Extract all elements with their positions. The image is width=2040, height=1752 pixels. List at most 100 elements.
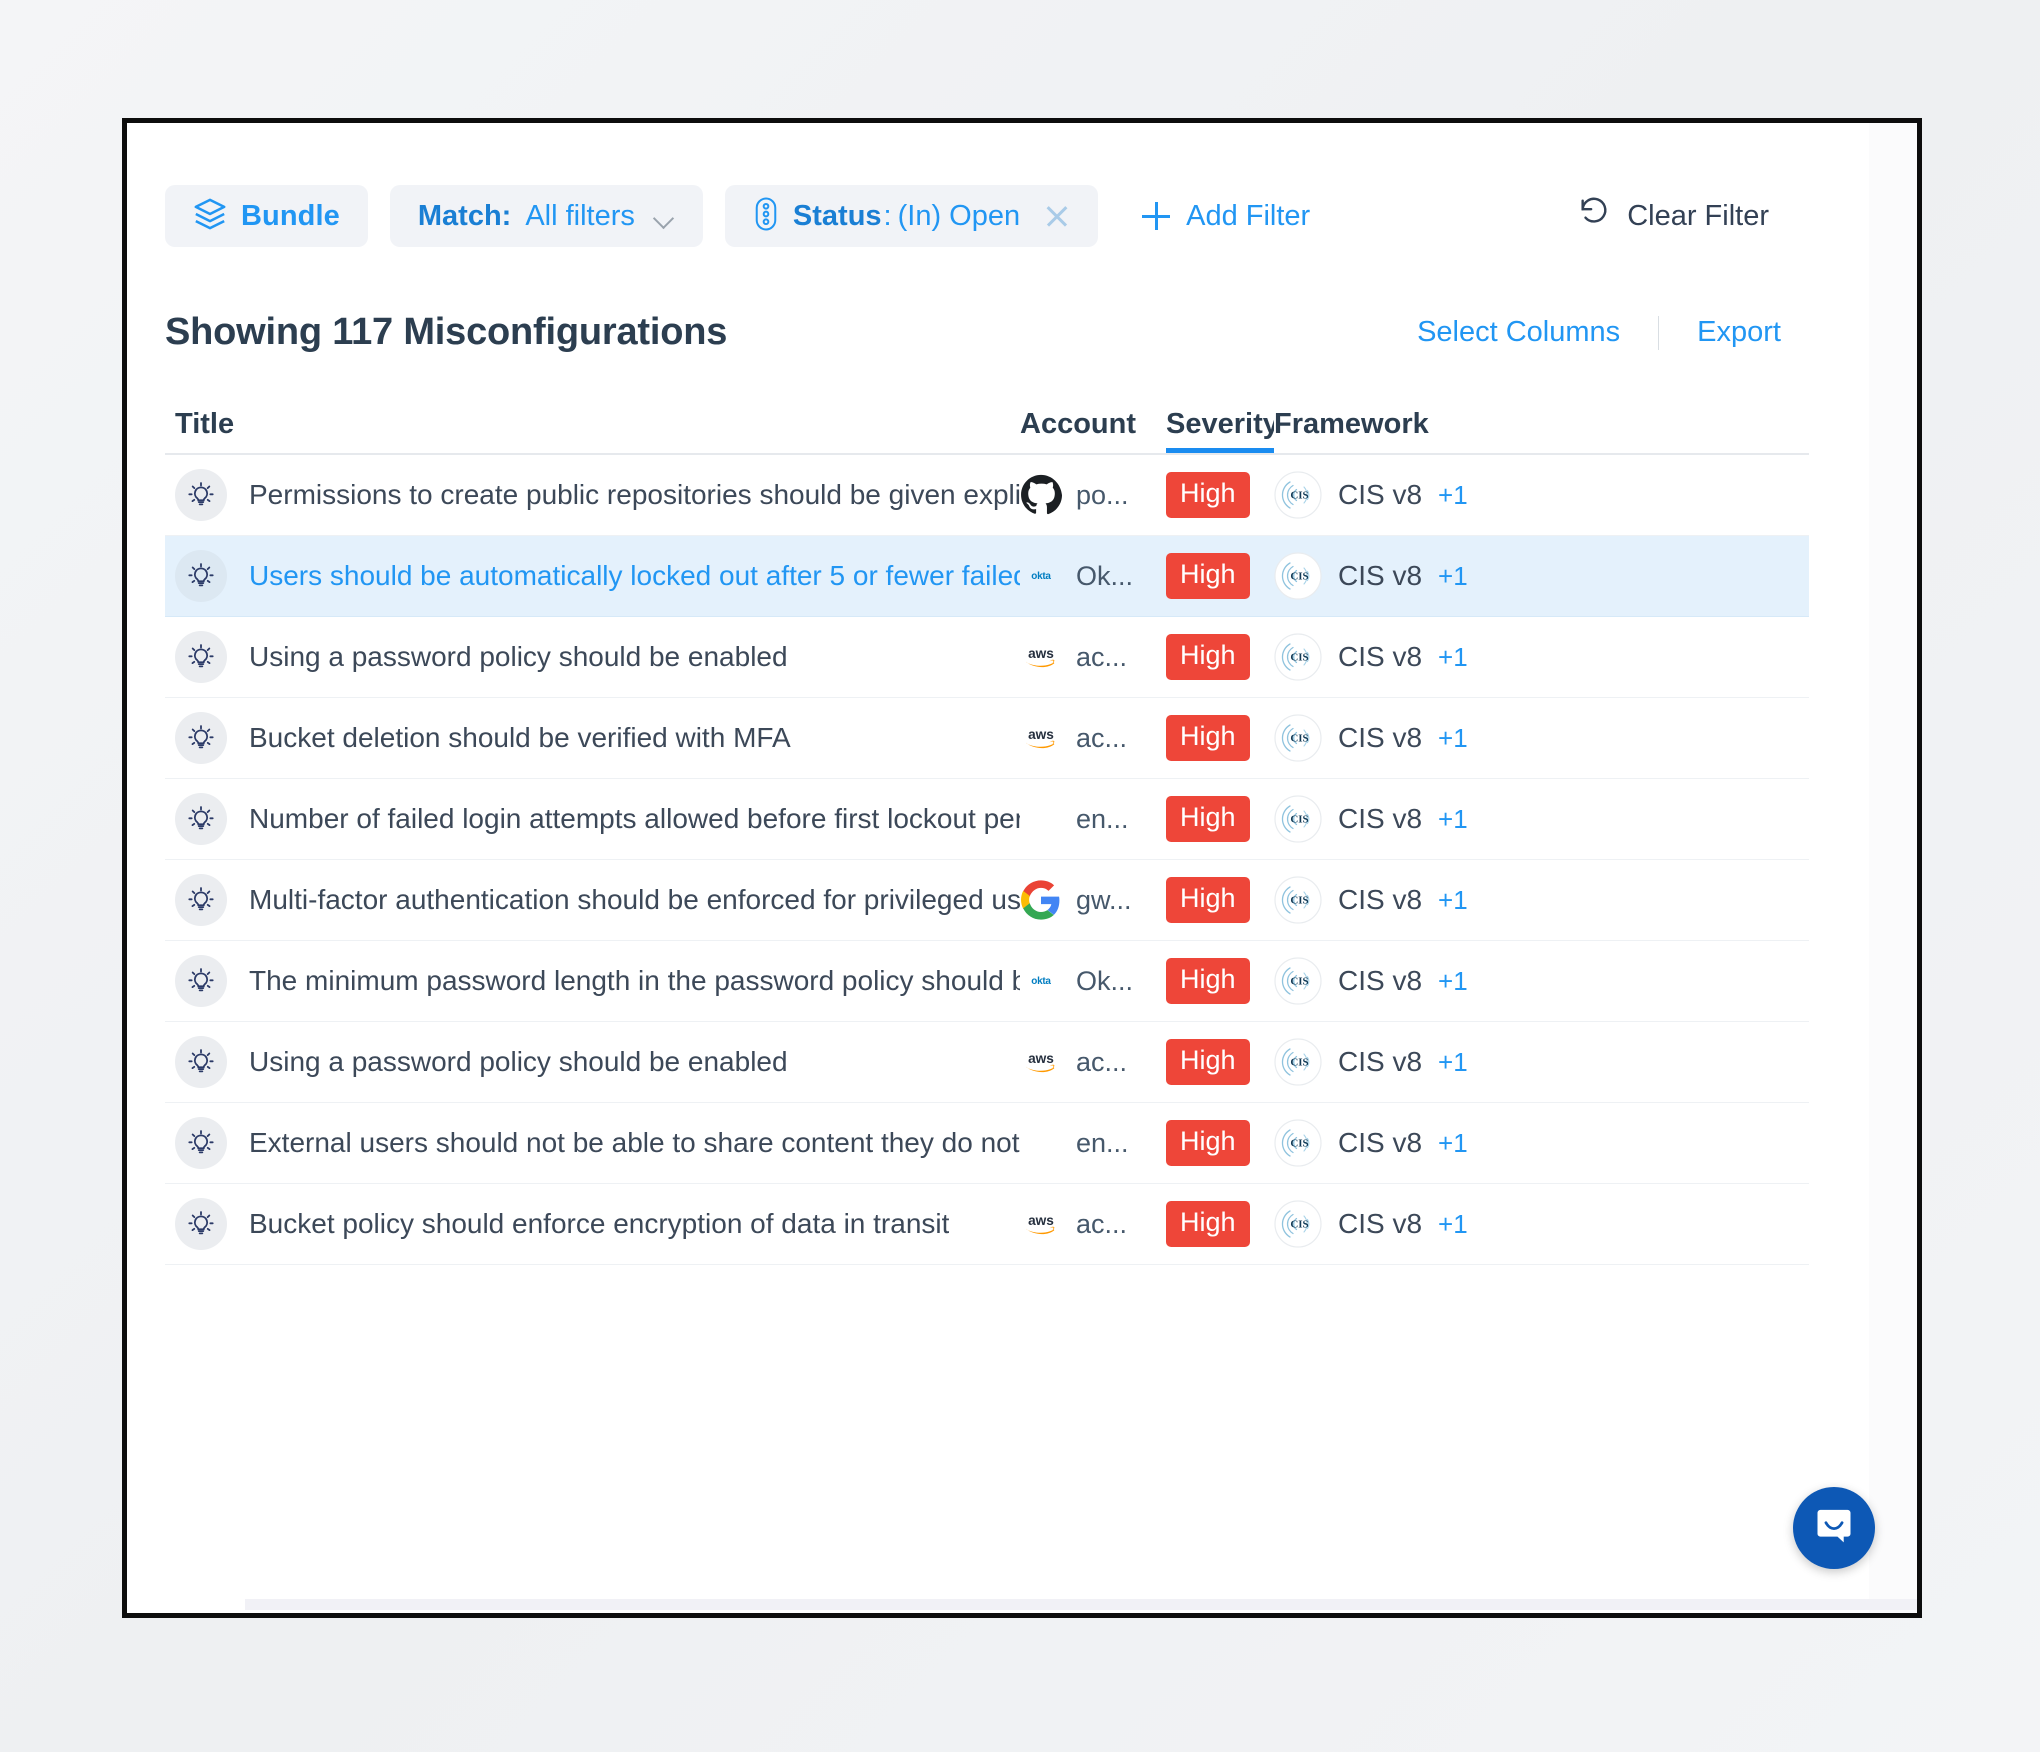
chat-launcher-button[interactable]: [1793, 1487, 1875, 1569]
table-row[interactable]: Bucket deletion should be verified with …: [165, 698, 1809, 779]
aws-icon: [1020, 636, 1062, 678]
cell-framework: CIS v8 +1: [1274, 471, 1534, 519]
match-filter-chip[interactable]: Match: All filters: [389, 185, 703, 247]
table-row[interactable]: Users should be automatically locked out…: [165, 536, 1809, 617]
misconfiguration-title[interactable]: Using a password policy should be enable…: [249, 1046, 788, 1078]
misconfiguration-title[interactable]: Permissions to create public repositorie…: [249, 479, 1020, 511]
framework-more-link[interactable]: +1: [1438, 723, 1468, 754]
misconfiguration-title[interactable]: The minimum password length in the passw…: [249, 965, 1020, 997]
framework-more-link[interactable]: +1: [1438, 561, 1468, 592]
severity-badge: High: [1166, 715, 1250, 761]
select-columns-link[interactable]: Select Columns: [1417, 316, 1620, 349]
framework-more-link[interactable]: +1: [1438, 1128, 1468, 1159]
cell-account: en...: [1020, 798, 1166, 840]
cell-account: ac...: [1020, 1203, 1166, 1245]
severity-badge: High: [1166, 877, 1250, 923]
cell-title: Multi-factor authentication should be en…: [165, 874, 1020, 926]
table-row[interactable]: Using a password policy should be enable…: [165, 617, 1809, 698]
cis-icon: [1274, 471, 1322, 519]
framework-more-link[interactable]: +1: [1438, 480, 1468, 511]
severity-badge: High: [1166, 472, 1250, 518]
header-actions: Select Columns Export: [1417, 315, 1781, 350]
severity-badge: High: [1166, 958, 1250, 1004]
misconfiguration-title[interactable]: Users should be automatically locked out…: [249, 560, 1020, 592]
export-link[interactable]: Export: [1697, 316, 1781, 349]
aws-icon: [1020, 1041, 1062, 1083]
misconfiguration-title[interactable]: External users should not be able to sha…: [249, 1127, 1020, 1159]
table-row[interactable]: External users should not be able to sha…: [165, 1103, 1809, 1184]
cell-severity: High: [1166, 715, 1274, 761]
cell-title: Bucket deletion should be verified with …: [165, 712, 1020, 764]
cell-severity: High: [1166, 877, 1274, 923]
bundle-button[interactable]: Bundle: [165, 185, 368, 247]
framework-more-link[interactable]: +1: [1438, 966, 1468, 997]
results-header: Showing 117 Misconfigurations Select Col…: [165, 311, 1781, 354]
framework-more-link[interactable]: +1: [1438, 885, 1468, 916]
cell-framework: CIS v8 +1: [1274, 876, 1534, 924]
match-value: All filters: [525, 199, 635, 232]
column-header-framework[interactable]: Framework: [1274, 408, 1534, 453]
framework-more-link[interactable]: +1: [1438, 804, 1468, 835]
cell-title: The minimum password length in the passw…: [165, 955, 1020, 1007]
misconfiguration-title[interactable]: Multi-factor authentication should be en…: [249, 884, 1020, 916]
table-row[interactable]: The minimum password length in the passw…: [165, 941, 1809, 1022]
cell-account: ac...: [1020, 717, 1166, 759]
table-row[interactable]: Bucket policy should enforce encryption …: [165, 1184, 1809, 1265]
cis-icon: [1274, 876, 1322, 924]
add-filter-button[interactable]: Add Filter: [1142, 200, 1310, 233]
column-header-title[interactable]: Title: [165, 408, 1020, 453]
table-row[interactable]: Permissions to create public repositorie…: [165, 455, 1809, 536]
misconfiguration-title[interactable]: Number of failed login attempts allowed …: [249, 803, 1020, 835]
aws-icon: [1020, 717, 1062, 759]
sort-indicator-underline: [1166, 448, 1274, 453]
status-filter-chip[interactable]: Status : (In) Open: [724, 185, 1099, 247]
severity-badge: High: [1166, 1039, 1250, 1085]
status-value: (In) Open: [897, 199, 1021, 232]
cell-account: ac...: [1020, 636, 1166, 678]
framework-name: CIS v8: [1338, 1208, 1423, 1239]
severity-badge: High: [1166, 1201, 1250, 1247]
table-row[interactable]: Number of failed login attempts allowed …: [165, 779, 1809, 860]
chevron-down-icon[interactable]: [655, 211, 675, 222]
account-name: gw...: [1076, 884, 1132, 915]
misconfiguration-title[interactable]: Bucket policy should enforce encryption …: [249, 1208, 949, 1240]
plus-icon: [1142, 202, 1171, 230]
cell-framework: CIS v8 +1: [1274, 1038, 1534, 1086]
account-name: po...: [1076, 479, 1129, 510]
lightbulb-icon: [175, 955, 227, 1007]
table-row[interactable]: Multi-factor authentication should be en…: [165, 860, 1809, 941]
framework-more-link[interactable]: +1: [1438, 1047, 1468, 1078]
cis-icon: [1274, 552, 1322, 600]
framework-more-link[interactable]: +1: [1438, 642, 1468, 673]
lightbulb-icon: [175, 1117, 227, 1169]
cell-severity: High: [1166, 634, 1274, 680]
cis-icon: [1274, 957, 1322, 1005]
table-row[interactable]: Using a password policy should be enable…: [165, 1022, 1809, 1103]
misconfiguration-title[interactable]: Bucket deletion should be verified with …: [249, 722, 791, 754]
cell-title: Permissions to create public repositorie…: [165, 469, 1020, 521]
azure-icon: [1020, 798, 1062, 840]
column-header-account[interactable]: Account: [1020, 408, 1166, 453]
okta-icon: [1020, 960, 1062, 1002]
cell-severity: High: [1166, 553, 1274, 599]
cell-account: Ok...: [1020, 960, 1166, 1002]
column-header-severity[interactable]: Severity: [1166, 408, 1274, 453]
cell-title: Using a password policy should be enable…: [165, 1036, 1020, 1088]
cell-account: en...: [1020, 1122, 1166, 1164]
framework-more-link[interactable]: +1: [1438, 1209, 1468, 1240]
framework-name: CIS v8: [1338, 1127, 1423, 1158]
misconfiguration-title[interactable]: Using a password policy should be enable…: [249, 641, 788, 673]
clear-filter-label: Clear Filter: [1627, 199, 1769, 232]
lightbulb-icon: [175, 1198, 227, 1250]
clear-filter-button[interactable]: Clear Filter: [1577, 195, 1769, 237]
google-icon: [1020, 879, 1062, 921]
action-divider: [1658, 315, 1660, 350]
horizontal-scrollbar[interactable]: [245, 1599, 1917, 1610]
page-title: Showing 117 Misconfigurations: [165, 311, 728, 353]
chat-bubble-icon: [1812, 1504, 1856, 1553]
account-name: en...: [1076, 803, 1129, 834]
lightbulb-icon: [175, 793, 227, 845]
cis-icon: [1274, 633, 1322, 681]
account-name: en...: [1076, 1127, 1129, 1158]
close-icon[interactable]: [1044, 203, 1070, 229]
